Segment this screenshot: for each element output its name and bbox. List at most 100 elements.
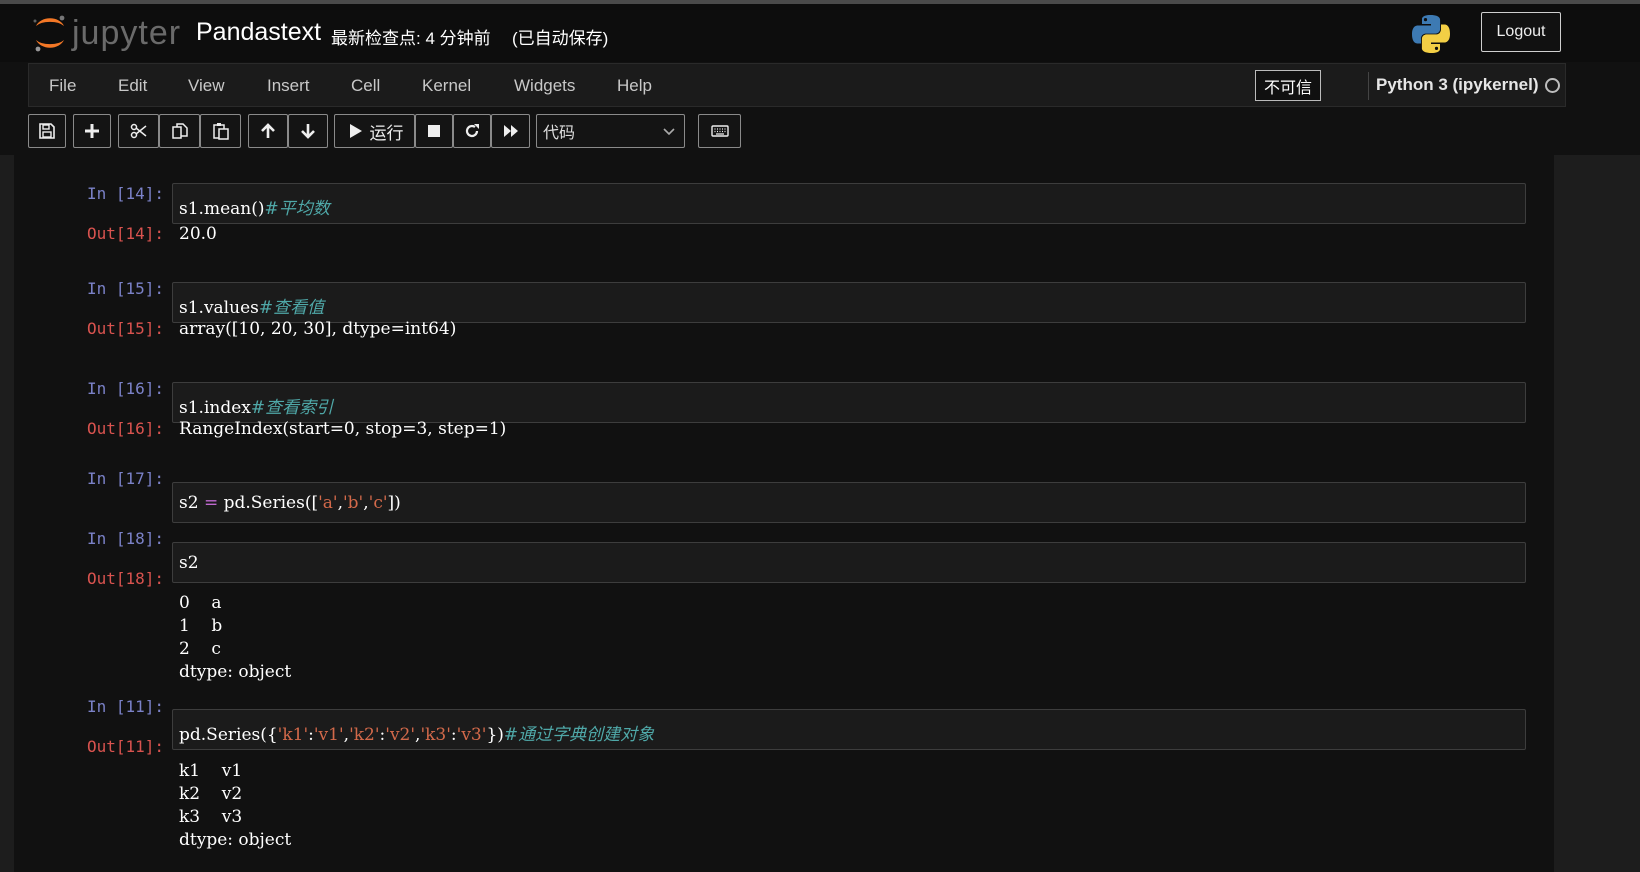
move-up-button[interactable] [248, 114, 288, 148]
jupyter-logo-icon [33, 15, 65, 52]
paste-icon [212, 123, 229, 140]
code-token: s1.mean() [179, 199, 265, 219]
code-cell-input[interactable]: s1.values#查看值 [172, 282, 1526, 323]
input-prompt: In [14]: [86, 184, 164, 203]
code-string: 'k1' [277, 725, 309, 745]
save-button[interactable] [28, 114, 66, 148]
code-token: s1.values [179, 298, 259, 318]
code-token: pd.Series({ [179, 725, 278, 745]
notebook-container: In [14]: s1.mean()#平均数 Out[14]: 20.0 In … [0, 155, 1640, 872]
code-string: 'k3' [420, 725, 451, 745]
fast-forward-icon [503, 125, 518, 137]
output-prompt: Out[18]: [86, 569, 164, 588]
copy-icon [171, 123, 188, 139]
code-text: s1.values#查看值 [179, 293, 324, 318]
cell-output: 0 a 1 b 2 c dtype: object [179, 593, 292, 682]
code-token: s2 [179, 493, 204, 513]
code-token: ]) [387, 493, 401, 513]
code-string: 'k2' [349, 725, 380, 745]
code-token: }) [486, 725, 504, 745]
code-token: s1.index [179, 398, 251, 418]
code-string: 'a' [318, 493, 338, 513]
input-prompt: In [17]: [86, 469, 164, 488]
code-cell-input[interactable]: pd.Series({'k1':'v1','k2':'v2','k3':'v3'… [172, 709, 1526, 750]
autosave-status: (已自动保存) [512, 29, 609, 48]
restart-button[interactable] [453, 114, 491, 148]
save-icon [39, 123, 55, 139]
output-prompt: Out[11]: [86, 737, 164, 756]
code-token: = [203, 493, 219, 513]
menu-insert[interactable]: Insert [267, 76, 310, 96]
checkpoint-status: 最新检查点: 4 分钟前 [331, 29, 491, 48]
menu-edit[interactable]: Edit [118, 76, 147, 96]
run-label: 运行 [369, 123, 404, 143]
logout-button[interactable]: Logout [1481, 12, 1561, 52]
kernel-name[interactable]: Python 3 (ipykernel) [1376, 75, 1538, 95]
kernel-status-icon [1545, 78, 1560, 93]
code-cell-input[interactable]: s2 [172, 542, 1526, 583]
cell-type-value: 代码 [543, 125, 576, 142]
code-string: 'v1' [313, 725, 344, 745]
stop-icon [428, 125, 440, 137]
code-string: 'v3' [456, 725, 487, 745]
input-prompt: In [18]: [86, 529, 164, 548]
restart-icon [465, 124, 479, 138]
cut-icon [130, 123, 146, 139]
menu-file[interactable]: File [49, 76, 76, 96]
interrupt-button[interactable] [415, 114, 453, 148]
code-comment: #平均数 [264, 199, 330, 219]
not-trusted-button[interactable]: 不可信 [1255, 70, 1321, 101]
cell-type-select[interactable]: 代码 [536, 114, 685, 148]
jupyter-logo-text: jupyter [72, 14, 182, 52]
notebook-title[interactable]: Pandastext [196, 18, 321, 47]
toolbar: 运行 代码 [0, 108, 1640, 154]
copy-button[interactable] [159, 114, 200, 148]
cell-output: array([10, 20, 30], dtype=int64) [179, 319, 457, 339]
code-text: s2 = pd.Series(['a','b','c']) [179, 493, 401, 513]
input-prompt: In [15]: [86, 279, 164, 298]
cut-button[interactable] [118, 114, 159, 148]
play-icon [349, 124, 362, 138]
code-comment: #查看值 [258, 298, 325, 318]
menu-help[interactable]: Help [617, 76, 652, 96]
menu-cell[interactable]: Cell [351, 76, 380, 96]
header: jupyter Pandastext 最新检查点: 4 分钟前 (已自动保存) … [0, 4, 1640, 62]
code-cell-input[interactable]: s2 = pd.Series(['a','b','c']) [172, 482, 1526, 523]
cell-output: RangeIndex(start=0, stop=3, step=1) [179, 419, 507, 439]
menu-widgets[interactable]: Widgets [514, 76, 575, 96]
input-prompt: In [16]: [86, 379, 164, 398]
run-all-button[interactable] [491, 114, 530, 148]
menubar: File Edit View Insert Cell Kernel Widget… [28, 63, 1566, 107]
code-comment: #通过字典创建对象 [503, 725, 655, 745]
output-prompt: Out[16]: [86, 419, 164, 438]
plus-icon [85, 124, 99, 138]
paste-button[interactable] [200, 114, 241, 148]
menu-kernel[interactable]: Kernel [422, 76, 471, 96]
output-prompt: Out[15]: [86, 319, 164, 338]
code-token: s2 [179, 553, 199, 573]
output-prompt: Out[14]: [86, 224, 164, 243]
cell-output: 20.0 [179, 224, 217, 244]
code-text: s2 [179, 553, 199, 573]
code-string: 'b' [343, 493, 364, 513]
arrow-down-icon [301, 124, 315, 139]
code-cell-input[interactable]: s1.index#查看索引 [172, 382, 1526, 423]
insert-cell-button[interactable] [73, 114, 111, 148]
code-string: 'v2' [385, 725, 416, 745]
code-cell-input[interactable]: s1.mean()#平均数 [172, 183, 1526, 224]
python-logo-icon [1409, 12, 1453, 56]
code-token: pd.Series([ [218, 493, 319, 513]
chevron-down-icon [663, 128, 675, 136]
menubar-divider [1368, 72, 1369, 100]
input-prompt: In [11]: [86, 697, 164, 716]
arrow-up-icon [261, 123, 275, 138]
menu-view[interactable]: View [188, 76, 225, 96]
code-text: s1.index#查看索引 [179, 393, 333, 418]
code-text: pd.Series({'k1':'v1','k2':'v2','k3':'v3'… [179, 720, 654, 745]
move-down-button[interactable] [288, 114, 328, 148]
cell-output: k1 v1 k2 v2 k3 v3 dtype: object [179, 761, 292, 850]
code-string: 'c' [368, 493, 388, 513]
code-text: s1.mean()#平均数 [179, 194, 330, 219]
command-palette-button[interactable] [698, 114, 741, 148]
run-button[interactable]: 运行 [334, 114, 415, 148]
